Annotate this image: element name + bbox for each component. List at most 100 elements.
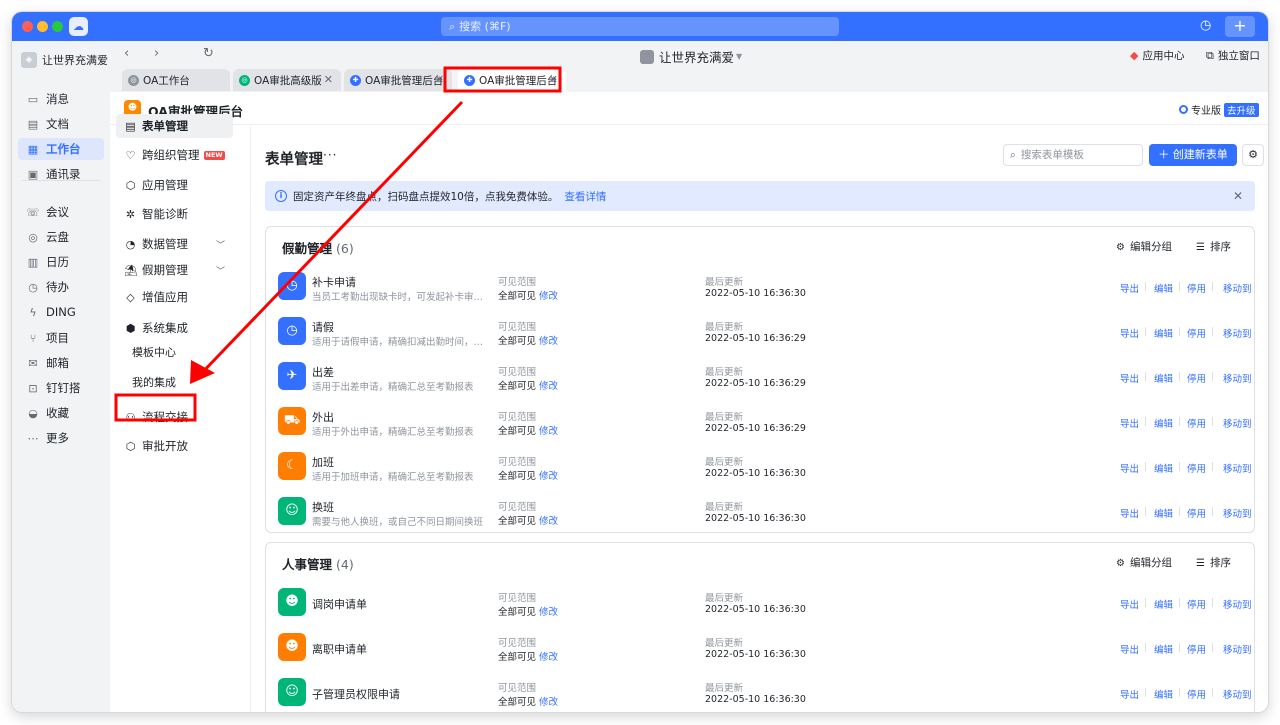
modify-scope-link[interactable]: 修改 bbox=[539, 291, 558, 302]
back-icon[interactable]: ‹ bbox=[124, 46, 129, 61]
edit-link[interactable]: 编辑 bbox=[1154, 281, 1173, 295]
modify-scope-link[interactable]: 修改 bbox=[539, 471, 558, 482]
disable-link[interactable]: 停用 bbox=[1187, 642, 1206, 656]
form-name[interactable]: 子管理员权限申请 bbox=[312, 686, 400, 702]
close-window-button[interactable] bbox=[22, 21, 33, 32]
form-row[interactable]: ⛟ 外出 适用于外出申请，精确汇总至考勤报表 可见范围 全部可见 修改 最后更新 2022-0… bbox=[266, 400, 1254, 445]
sidenav-item-8[interactable]: ⚇ 流程交接 bbox=[116, 405, 233, 429]
rail-item-2[interactable]: ▦ 工作台 bbox=[18, 138, 104, 160]
form-name[interactable]: 换班 bbox=[312, 499, 334, 515]
refresh-icon[interactable]: ↻ bbox=[203, 46, 214, 61]
form-row[interactable]: ◷ 请假 适用于请假申请，精确扣减出勤时间，并同… 可见范围 全部可见 修改 最后更新 202… bbox=[266, 310, 1254, 355]
rail-item-3[interactable]: ▣ 通讯录 bbox=[18, 163, 104, 185]
disable-link[interactable]: 停用 bbox=[1187, 281, 1206, 295]
export-link[interactable]: 导出 bbox=[1120, 506, 1139, 520]
minimize-window-button[interactable] bbox=[37, 21, 48, 32]
upgrade-button[interactable]: 去升级 bbox=[1224, 102, 1259, 117]
disable-link[interactable]: 停用 bbox=[1187, 461, 1206, 475]
forward-icon[interactable]: › bbox=[154, 46, 159, 61]
rail-item-0[interactable]: ▭ 消息 bbox=[18, 88, 104, 110]
modify-scope-link[interactable]: 修改 bbox=[539, 426, 558, 437]
form-row[interactable]: ☾ 加班 适用于加班申请，精确汇总至考勤报表 可见范围 全部可见 修改 最后更新 2022-0… bbox=[266, 445, 1254, 490]
export-link[interactable]: 导出 bbox=[1120, 687, 1139, 701]
move-to-link[interactable]: 移动到 bbox=[1223, 461, 1252, 475]
org-switcher[interactable]: ◈ 让世界充满爱 bbox=[21, 51, 108, 69]
move-to-link[interactable]: 移动到 bbox=[1223, 642, 1252, 656]
move-to-link[interactable]: 移动到 bbox=[1223, 506, 1252, 520]
rail-item-12[interactable]: ◒ 收藏 bbox=[18, 402, 104, 424]
export-link[interactable]: 导出 bbox=[1120, 416, 1139, 430]
more-options-icon[interactable]: ··· bbox=[323, 148, 337, 162]
notice-detail-link[interactable]: 查看详情 bbox=[564, 189, 606, 204]
move-to-link[interactable]: 移动到 bbox=[1223, 281, 1252, 295]
close-icon[interactable]: ✕ bbox=[435, 73, 444, 86]
create-form-button[interactable]: ＋ 创建新表单 bbox=[1149, 144, 1237, 166]
rail-item-9[interactable]: ⑂ 项目 bbox=[18, 327, 104, 349]
export-link[interactable]: 导出 bbox=[1120, 281, 1139, 295]
rail-item-11[interactable]: ⊡ 钉钉搭 bbox=[18, 377, 104, 399]
tab-1[interactable]: ◎ OA审批高级版 ✕ bbox=[233, 69, 341, 91]
tab-2[interactable]: ✚ OA审批管理后台 ✕ bbox=[344, 69, 452, 91]
move-to-link[interactable]: 移动到 bbox=[1223, 597, 1252, 611]
settings-gear-icon[interactable]: ⚙ bbox=[1242, 144, 1264, 166]
sidenav-subitem-1[interactable]: 我的集成 bbox=[132, 374, 176, 390]
close-icon[interactable]: ✕ bbox=[1233, 189, 1243, 203]
tab-3[interactable]: ✚ OA审批管理后台 ✕ bbox=[458, 69, 566, 91]
sidenav-item-9[interactable]: ⬡ 审批开放 bbox=[116, 434, 233, 458]
sidenav-item-7[interactable]: ⬢ 系统集成 bbox=[116, 316, 233, 340]
app-center-button[interactable]: ◆ 应用中心 bbox=[1130, 48, 1184, 63]
form-name[interactable]: 补卡申请 bbox=[312, 274, 356, 290]
sidenav-subitem-0[interactable]: 模板中心 bbox=[132, 344, 176, 360]
edit-link[interactable]: 编辑 bbox=[1154, 371, 1173, 385]
history-icon[interactable]: ◷ bbox=[1200, 18, 1211, 33]
form-name[interactable]: 调岗申请单 bbox=[312, 596, 367, 612]
rail-item-5[interactable]: ◎ 云盘 bbox=[18, 226, 104, 248]
sidenav-item-2[interactable]: ⬡ 应用管理 bbox=[116, 173, 233, 197]
rail-item-4[interactable]: ☏ 会议 bbox=[18, 201, 104, 223]
edit-group-button[interactable]: ⚙ 编辑分组 bbox=[1116, 555, 1172, 570]
nav-title[interactable]: 让世界充满爱 ▼ bbox=[640, 47, 742, 66]
sort-button[interactable]: ☰ 排序 bbox=[1196, 239, 1231, 254]
app-avatar-icon[interactable]: ☁ bbox=[69, 17, 88, 36]
rail-item-10[interactable]: ✉ 邮箱 bbox=[18, 352, 104, 374]
edit-link[interactable]: 编辑 bbox=[1154, 642, 1173, 656]
form-row[interactable]: ✈ 出差 适用于出差申请，精确汇总至考勤报表 可见范围 全部可见 修改 最后更新 2022-0… bbox=[266, 355, 1254, 400]
maximize-window-button[interactable] bbox=[52, 21, 63, 32]
move-to-link[interactable]: 移动到 bbox=[1223, 416, 1252, 430]
form-row[interactable]: ☺ 换班 需要与他人换班，或自己不同日期间换班 可见范围 全部可见 修改 最后更新 2022-… bbox=[266, 490, 1254, 535]
edition-badge[interactable]: 专业版 去升级 bbox=[1179, 102, 1259, 117]
form-name[interactable]: 请假 bbox=[312, 319, 334, 335]
export-link[interactable]: 导出 bbox=[1120, 642, 1139, 656]
edit-link[interactable]: 编辑 bbox=[1154, 326, 1173, 340]
sidenav-item-4[interactable]: ◔ 数据管理 ﹀ bbox=[116, 232, 233, 256]
sort-button[interactable]: ☰ 排序 bbox=[1196, 555, 1231, 570]
rail-item-1[interactable]: ▤ 文档 bbox=[18, 113, 104, 135]
modify-scope-link[interactable]: 修改 bbox=[539, 697, 558, 708]
close-icon[interactable]: ✕ bbox=[324, 73, 333, 86]
tab-0[interactable]: ◎ OA工作台 bbox=[122, 69, 230, 91]
modify-scope-link[interactable]: 修改 bbox=[539, 381, 558, 392]
form-row[interactable]: ◷ 补卡申请 当员工考勤出现缺卡时，可发起补卡审批，… 可见范围 全部可见 修改 最后更新 2… bbox=[266, 265, 1254, 310]
disable-link[interactable]: 停用 bbox=[1187, 687, 1206, 701]
modify-scope-link[interactable]: 修改 bbox=[539, 336, 558, 347]
rail-item-7[interactable]: ◷ 待办 bbox=[18, 276, 104, 298]
form-name[interactable]: 外出 bbox=[312, 409, 334, 425]
form-row[interactable]: ☺ 子管理员权限申请 可见范围 全部可见 修改 最后更新 2022-05-10 16:36:… bbox=[266, 671, 1254, 712]
rail-item-8[interactable]: ϟ DING bbox=[18, 301, 104, 323]
edit-link[interactable]: 编辑 bbox=[1154, 461, 1173, 475]
disable-link[interactable]: 停用 bbox=[1187, 597, 1206, 611]
modify-scope-link[interactable]: 修改 bbox=[539, 516, 558, 527]
close-icon[interactable]: ✕ bbox=[549, 73, 558, 86]
move-to-link[interactable]: 移动到 bbox=[1223, 326, 1252, 340]
edit-link[interactable]: 编辑 bbox=[1154, 687, 1173, 701]
sidenav-item-6[interactable]: ◇ 增值应用 bbox=[116, 285, 233, 309]
form-row[interactable]: ☻ 离职申请单 可见范围 全部可见 修改 最后更新 2022-05-10 16:36:30 导… bbox=[266, 626, 1254, 671]
disable-link[interactable]: 停用 bbox=[1187, 326, 1206, 340]
edit-link[interactable]: 编辑 bbox=[1154, 506, 1173, 520]
detach-window-button[interactable]: ⧉ 独立窗口 bbox=[1206, 48, 1260, 63]
sidenav-item-5[interactable]: ⛱ 假期管理 ﹀ bbox=[116, 258, 233, 282]
edit-link[interactable]: 编辑 bbox=[1154, 597, 1173, 611]
form-name[interactable]: 出差 bbox=[312, 364, 334, 380]
modify-scope-link[interactable]: 修改 bbox=[539, 652, 558, 663]
sidenav-item-0[interactable]: ▤ 表单管理 bbox=[116, 114, 233, 138]
